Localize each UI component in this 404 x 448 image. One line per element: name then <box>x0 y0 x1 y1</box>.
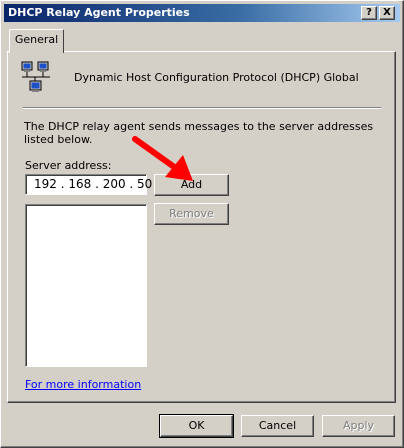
network-computers-icon <box>21 61 51 93</box>
panel-header-text: Dynamic Host Configuration Protocol (DHC… <box>74 71 359 84</box>
apply-button[interactable]: Apply <box>322 415 395 437</box>
separator <box>23 107 381 109</box>
server-address-list[interactable] <box>25 204 147 367</box>
ok-button[interactable]: OK <box>159 414 234 438</box>
window-title: DHCP Relay Agent Properties <box>8 6 190 19</box>
title-bar[interactable]: DHCP Relay Agent Properties ? X <box>4 4 400 22</box>
server-address-label: Server address: <box>25 159 112 172</box>
cancel-button[interactable]: Cancel <box>241 415 314 437</box>
tab-general[interactable]: General <box>9 29 64 53</box>
remove-button[interactable]: Remove <box>154 203 229 225</box>
annotation-arrow-icon <box>132 136 193 181</box>
description-text: The DHCP relay agent sends messages to t… <box>24 120 374 146</box>
close-button[interactable]: X <box>379 6 395 20</box>
server-address-input[interactable]: 192 . 168 . 200 . 50 <box>25 174 152 195</box>
more-information-link[interactable]: For more information <box>25 378 141 391</box>
help-button[interactable]: ? <box>361 6 377 20</box>
dialog-window: DHCP Relay Agent Properties ? X General <box>0 0 404 448</box>
